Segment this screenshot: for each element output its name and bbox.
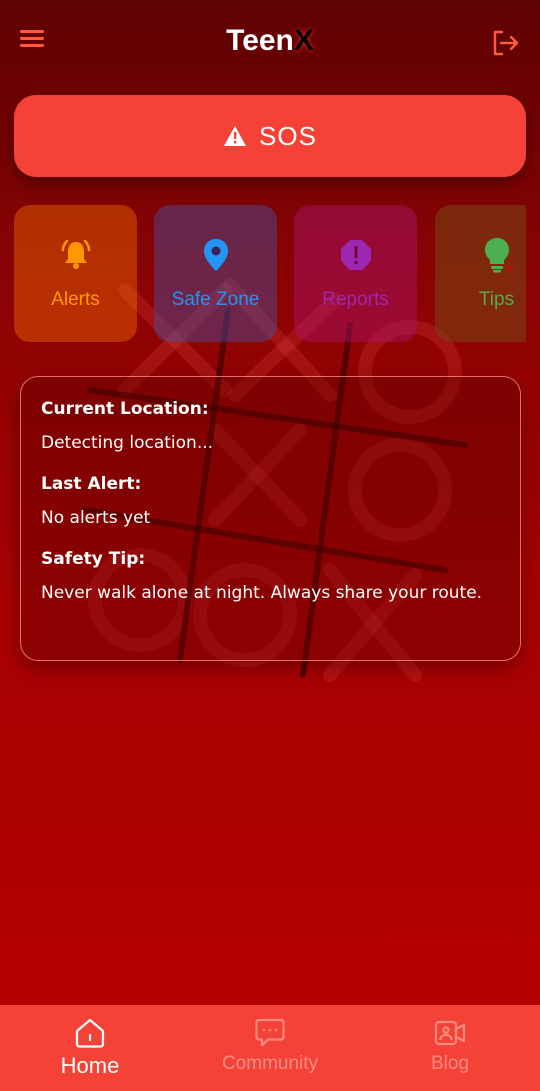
bell-icon [61,239,90,269]
feature-card-reports[interactable]: Reports [294,205,417,342]
safety-tip-heading: Safety Tip: [41,549,146,569]
lightbulb-icon [484,238,509,273]
feature-label-safe-zone: Safe Zone [171,289,260,310]
feature-cards: Alerts Safe Zone Reports Tips [14,205,526,343]
last-alert-heading: Last Alert: [41,474,142,494]
nav-home[interactable]: Home [0,1005,180,1091]
current-location-heading: Current Location: [41,399,209,419]
logout-button[interactable] [490,28,522,58]
current-location-value: Detecting location... [41,433,214,453]
status-info-card: Current Location: Detecting location... … [20,376,521,661]
feature-label-reports: Reports [322,289,389,310]
safety-tip-value: Never walk alone at night. Always share … [41,583,483,603]
bottom-navigation: Home Community Blog [0,1005,540,1091]
home-icon [75,1018,105,1048]
feature-label-alerts: Alerts [51,289,100,310]
sos-button[interactable]: SOS [14,95,526,177]
chat-icon [255,1018,285,1047]
location-pin-icon [203,239,228,271]
sos-label: SOS [259,120,317,151]
warning-icon [224,126,247,146]
feature-card-alerts[interactable]: Alerts [14,205,137,342]
feature-card-tips[interactable]: Tips [435,205,526,342]
feature-label-tips: Tips [478,289,515,310]
video-icon [434,1020,466,1046]
nav-label-community: Community [221,1053,319,1074]
report-octagon-icon [340,240,371,270]
feature-card-safe-zone[interactable]: Safe Zone [154,205,277,342]
logout-icon [493,30,519,56]
app-header: TeenX [0,0,540,86]
nav-label-home: Home [60,1053,120,1078]
brand-prefix: Teen [226,24,294,57]
nav-label-blog: Blog [430,1053,470,1074]
brand-suffix: X [293,24,314,57]
nav-community[interactable]: Community [180,1005,360,1091]
brand-title: TeenX [0,24,540,58]
last-alert-value: No alerts yet [41,508,151,528]
nav-blog[interactable]: Blog [360,1005,540,1091]
